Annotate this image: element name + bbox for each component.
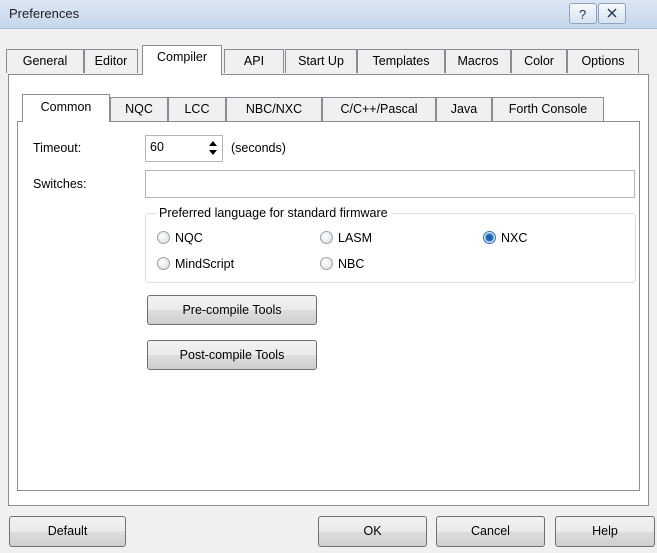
language-group-legend: Preferred language for standard firmware [156, 206, 391, 220]
radio-checked-icon [483, 231, 496, 244]
preferences-dialog: Preferences ? General Editor Compiler AP… [0, 0, 657, 553]
timeout-spinner[interactable]: 60 [145, 135, 223, 162]
tab-macros[interactable]: Macros [445, 49, 511, 73]
tab-color[interactable]: Color [511, 49, 567, 73]
radio-nxc[interactable]: NXC [483, 231, 527, 245]
tab-lcc[interactable]: LCC [168, 97, 226, 121]
ok-button[interactable]: OK [318, 516, 427, 547]
tab-nbc-nxc[interactable]: NBC/NXC [226, 97, 322, 121]
tab-forth-console[interactable]: Forth Console [492, 97, 604, 121]
close-icon [607, 8, 617, 18]
radio-unchecked-icon [320, 257, 333, 270]
tab-java[interactable]: Java [436, 97, 492, 121]
radio-nbc[interactable]: NBC [320, 257, 364, 271]
close-title-button[interactable] [598, 3, 626, 24]
tab-start-up[interactable]: Start Up [285, 49, 357, 73]
tab-compiler[interactable]: Compiler [142, 45, 222, 75]
radio-nqc[interactable]: NQC [157, 231, 203, 245]
tab-editor[interactable]: Editor [84, 49, 138, 73]
tab-common[interactable]: Common [22, 94, 110, 122]
tab-options[interactable]: Options [567, 49, 639, 73]
radio-unchecked-icon [157, 231, 170, 244]
window-title: Preferences [9, 6, 80, 21]
spin-arrows-icon[interactable] [208, 139, 218, 158]
tab-c-cpp-pascal[interactable]: C/C++/Pascal [322, 97, 436, 121]
postcompile-tools-button[interactable]: Post-compile Tools [147, 340, 317, 370]
switches-input[interactable] [145, 170, 635, 198]
radio-mindscript[interactable]: MindScript [157, 257, 234, 271]
timeout-unit: (seconds) [231, 141, 286, 155]
title-bar[interactable]: Preferences ? [0, 0, 657, 29]
tab-nqc[interactable]: NQC [110, 97, 168, 121]
cancel-button[interactable]: Cancel [436, 516, 545, 547]
timeout-label: Timeout: [33, 141, 82, 155]
switches-label: Switches: [33, 177, 87, 191]
language-groupbox [145, 213, 636, 283]
precompile-tools-button[interactable]: Pre-compile Tools [147, 295, 317, 325]
question-mark-icon: ? [579, 7, 586, 22]
radio-unchecked-icon [320, 231, 333, 244]
tab-templates[interactable]: Templates [357, 49, 445, 73]
radio-unchecked-icon [157, 257, 170, 270]
tab-general[interactable]: General [6, 49, 84, 73]
tab-api[interactable]: API [224, 49, 284, 73]
default-button[interactable]: Default [9, 516, 126, 547]
svg-text:?: ? [579, 7, 586, 22]
help-title-button[interactable]: ? [569, 3, 597, 24]
timeout-value: 60 [150, 140, 164, 154]
help-button[interactable]: Help [555, 516, 655, 547]
radio-lasm[interactable]: LASM [320, 231, 372, 245]
